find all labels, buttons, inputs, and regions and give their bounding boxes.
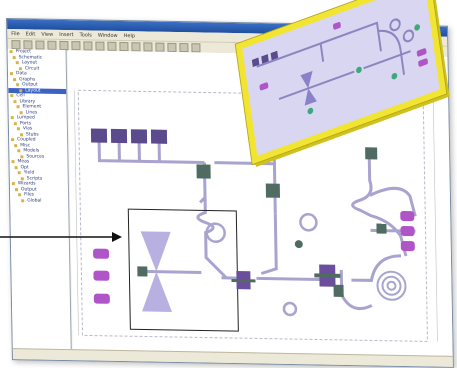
layer-icon[interactable] [155,42,165,52]
io-pads [93,210,415,304]
dimension-line [432,96,438,342]
bowtie-antenna-bottom [142,271,173,312]
grid-icon[interactable] [143,41,153,52]
simulate-icon[interactable] [179,42,189,52]
ring-resonator [282,301,298,317]
fit-icon[interactable] [131,41,141,51]
ring-resonator [299,213,318,232]
tune-icon[interactable] [191,42,201,52]
measure-icon[interactable] [167,42,177,52]
callout-arrow [0,232,122,242]
bowtie-antenna-top [140,231,171,272]
arrow-head-icon [112,232,122,242]
spiral-inductor [376,270,407,301]
